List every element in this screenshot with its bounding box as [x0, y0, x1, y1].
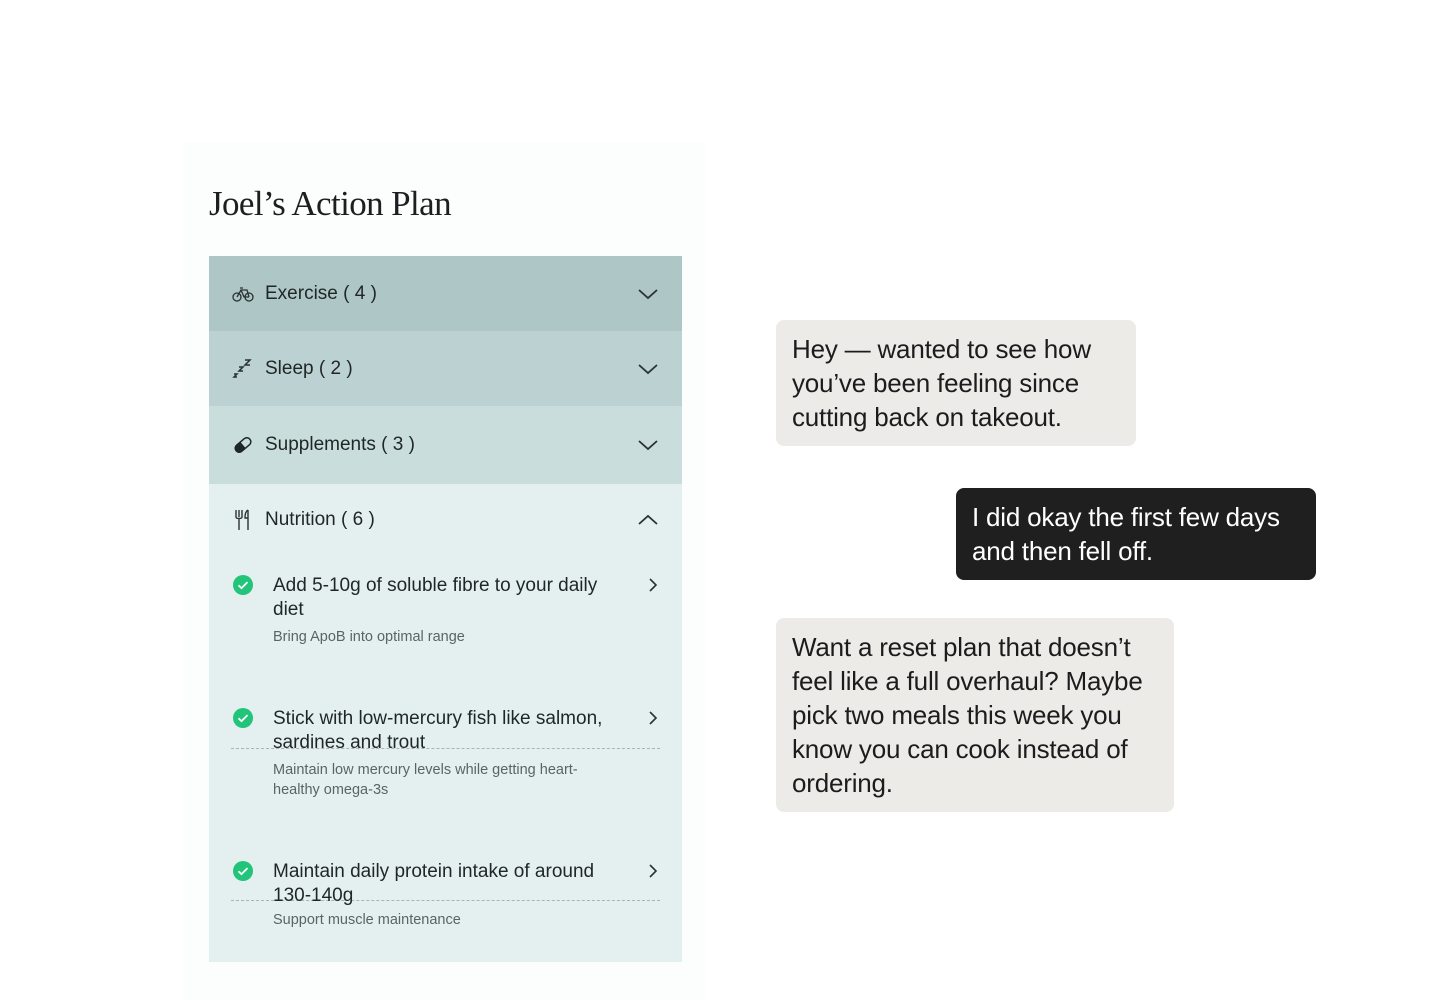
sleep-zzz-icon — [231, 357, 255, 381]
chevron-down-icon[interactable] — [636, 433, 660, 457]
item-subtitle: Support muscle maintenance — [273, 912, 461, 928]
list-item[interactable]: Stick with low-mercury fish like salmon,… — [231, 689, 660, 829]
chevron-up-icon[interactable] — [636, 508, 660, 532]
item-subtitle: Maintain low mercury levels while gettin… — [273, 762, 578, 798]
chat-message-incoming: Hey — wanted to see how you’ve been feel… — [776, 320, 1136, 446]
item-title: Maintain daily protein intake of around … — [273, 861, 595, 906]
chevron-down-icon[interactable] — [636, 282, 660, 306]
bicycle-icon — [231, 282, 255, 306]
item-title: Add 5-10g of soluble fibre to your daily… — [273, 575, 598, 620]
item-title: Stick with low-mercury fish like salmon,… — [273, 708, 603, 753]
pill-icon — [231, 433, 255, 457]
accordion-label: Exercise ( 4 ) — [265, 282, 377, 304]
list-item[interactable]: Maintain daily protein intake of around … — [231, 842, 660, 952]
item-subtitle: Bring ApoB into optimal range — [273, 629, 465, 645]
accordion-nutrition[interactable]: Nutrition ( 6 ) — [209, 484, 682, 556]
accordion-label: Nutrition ( 6 ) — [265, 509, 375, 530]
page-title: Joel’s Action Plan — [209, 184, 452, 223]
check-circle-icon — [233, 575, 253, 595]
list-item[interactable]: Add 5-10g of soluble fibre to your daily… — [231, 556, 660, 676]
chevron-down-icon[interactable] — [636, 357, 660, 381]
chevron-right-icon — [644, 862, 662, 880]
accordion-supplements[interactable]: Supplements ( 3 ) — [209, 406, 682, 484]
accordion-sleep[interactable]: Sleep ( 2 ) — [209, 331, 682, 406]
chevron-right-icon — [644, 709, 662, 727]
nutrition-items-list: Add 5-10g of soluble fibre to your daily… — [209, 556, 682, 962]
accordion-label: Sleep ( 2 ) — [265, 357, 353, 379]
check-circle-icon — [233, 708, 253, 728]
chevron-right-icon — [644, 576, 662, 594]
accordion-label: Supplements ( 3 ) — [265, 434, 415, 455]
chat-message-outgoing: I did okay the first few days and then f… — [956, 488, 1316, 580]
action-plan-accordion: Exercise ( 4 ) Sleep ( 2 ) Supplements ( — [209, 256, 682, 962]
fork-knife-icon — [231, 508, 255, 532]
check-circle-icon — [233, 861, 253, 881]
chat-message-incoming: Want a reset plan that doesn’t feel like… — [776, 618, 1174, 812]
accordion-exercise[interactable]: Exercise ( 4 ) — [209, 256, 682, 331]
